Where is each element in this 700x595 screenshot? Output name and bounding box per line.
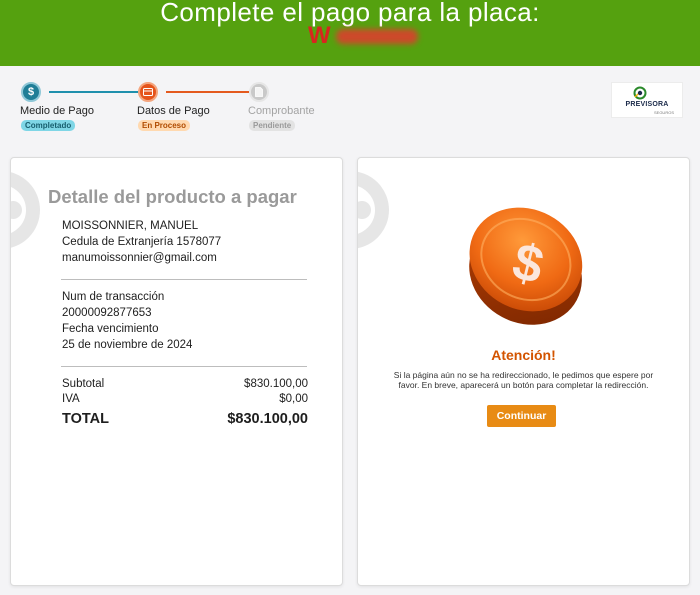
customer-email: manumoissonnier@gmail.com: [62, 252, 217, 264]
watermark-icon: [11, 172, 40, 248]
iva-row: IVA $0,00: [62, 393, 308, 405]
previsora-logo: PREVISORA SEGUROS: [611, 82, 683, 118]
continue-button[interactable]: Continuar: [487, 405, 556, 427]
transaction-label: Num de transacción: [62, 291, 165, 303]
plate-first-letter: W: [308, 22, 331, 49]
status-badge: En Proceso: [138, 120, 191, 131]
subtotal-row: Subtotal $830.100,00: [62, 378, 308, 390]
credit-card-icon: [138, 82, 158, 102]
iva-label: IVA: [62, 393, 80, 405]
step-label: Comprobante: [248, 105, 315, 117]
status-badge: Completado: [21, 120, 76, 131]
payment-stepper: $ Medio de Pago Completado Datos de Pago…: [0, 66, 700, 152]
total-value: $830.100,00: [227, 411, 308, 427]
step-connector: [49, 91, 146, 93]
dollar-icon: $: [21, 82, 41, 102]
document-icon: [249, 82, 269, 102]
logo-sub: SEGUROS: [653, 110, 674, 115]
step-label: Datos de Pago: [137, 105, 210, 117]
subtotal-value: $830.100,00: [244, 378, 308, 390]
iva-value: $0,00: [279, 393, 308, 405]
customer-name: MOISSONNIER, MANUEL: [62, 220, 199, 232]
header-bar: Complete el pago para la placa: W: [0, 0, 700, 66]
divider: [61, 366, 307, 367]
detail-heading: Detalle del producto a pagar: [48, 186, 297, 207]
transaction-number: 20000092877653: [62, 307, 152, 319]
total-label: TOTAL: [62, 411, 109, 427]
plate-redacted: [336, 29, 418, 44]
step-label: Medio de Pago: [20, 105, 94, 117]
step-connector: [166, 91, 249, 93]
status-badge: Pendiente: [249, 120, 296, 131]
notice-heading: Atención!: [491, 347, 556, 363]
subtotal-label: Subtotal: [62, 378, 105, 390]
plate-number: W: [308, 22, 418, 49]
redirect-notice-card: $ Atención! Si la página aún no se ha re…: [357, 157, 690, 586]
previsora-mark-icon: [633, 86, 647, 100]
watermark-icon: [358, 171, 389, 249]
divider: [61, 279, 307, 280]
notice-message: Si la página aún no se ha redireccionado…: [393, 370, 654, 390]
coin-icon: $: [469, 207, 583, 325]
customer-document: Cedula de Extranjería 1578077: [62, 236, 222, 248]
due-date: 25 de noviembre de 2024: [62, 339, 193, 351]
logo-brand: PREVISORA: [625, 101, 669, 108]
due-date-label: Fecha vencimiento: [62, 323, 159, 335]
product-detail-card: Detalle del producto a pagar MOISSONNIER…: [10, 157, 343, 586]
total-row: TOTAL $830.100,00: [62, 411, 308, 427]
